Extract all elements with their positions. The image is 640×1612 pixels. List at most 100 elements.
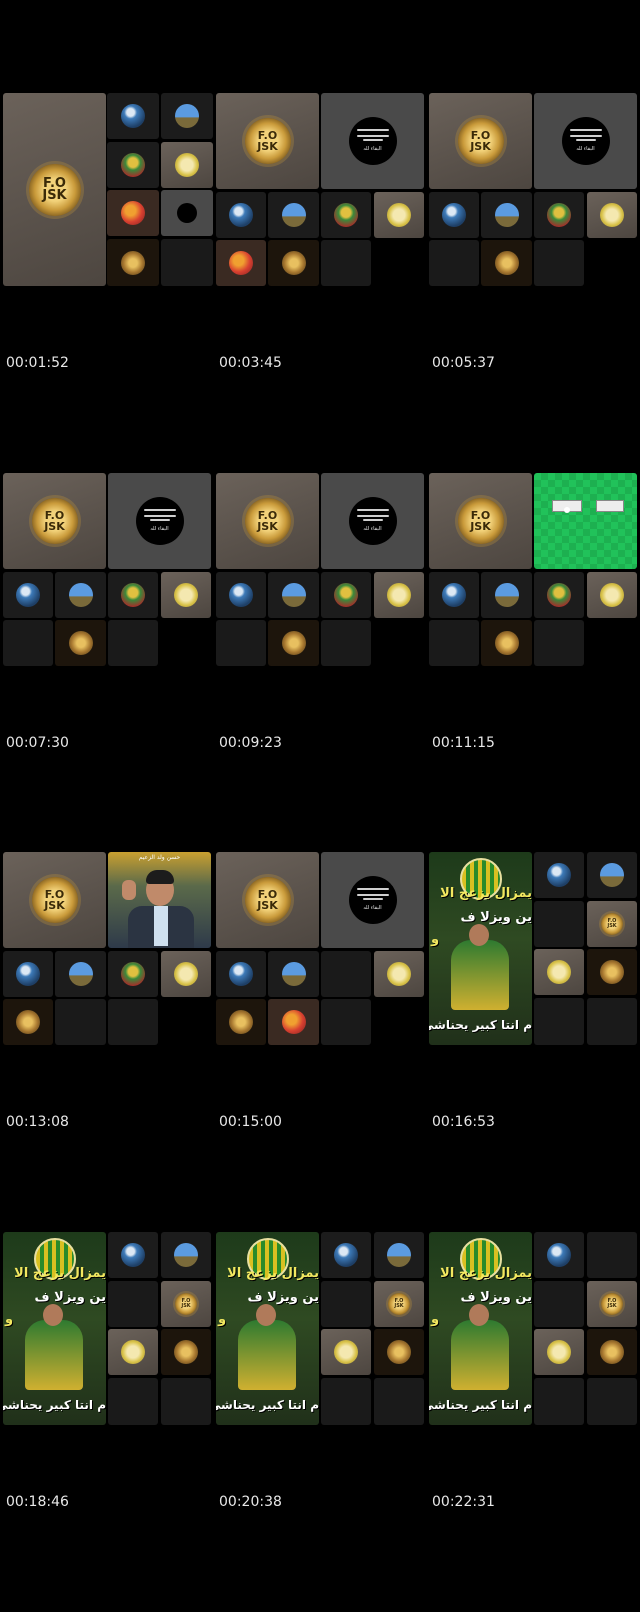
video-thumbnail-frame-11[interactable]: يمزال يزعج الا ين ويزلا ف و م انتا كبير … bbox=[216, 1232, 426, 1612]
participant-tile[interactable] bbox=[161, 951, 211, 997]
shared-photo-tile[interactable]: حسن ولد الزعيم bbox=[108, 852, 211, 948]
participant-tile[interactable] bbox=[534, 1232, 584, 1278]
shared-poster-tile[interactable]: يمزال يزعج الا ين ويزلا ف و م انتا كبير … bbox=[3, 1232, 106, 1425]
participant-tile[interactable] bbox=[216, 572, 266, 618]
main-video-tile[interactable]: F.O JSK bbox=[216, 473, 319, 569]
timestamp: 00:11:15 bbox=[432, 735, 495, 751]
participant-tile[interactable] bbox=[481, 192, 532, 238]
main-video-tile[interactable]: F.O JSK bbox=[429, 93, 532, 189]
participant-tile[interactable] bbox=[374, 1232, 424, 1278]
participant-tile[interactable] bbox=[374, 1329, 424, 1375]
participant-tile[interactable] bbox=[534, 852, 584, 898]
participant-tile[interactable] bbox=[161, 93, 213, 139]
participant-tile[interactable] bbox=[161, 572, 211, 618]
participant-tile[interactable] bbox=[161, 190, 213, 236]
participant-tile[interactable] bbox=[374, 192, 424, 238]
main-video-tile[interactable]: F.O JSK bbox=[216, 93, 319, 189]
participant-tile[interactable] bbox=[107, 93, 159, 139]
video-thumbnail-frame-8[interactable]: F.O JSK البقاء لله 00:15:00 bbox=[216, 852, 426, 1232]
figure-face bbox=[43, 1304, 63, 1326]
participant-tile[interactable] bbox=[534, 192, 584, 238]
participant-tile[interactable] bbox=[108, 572, 158, 618]
participant-tile[interactable] bbox=[3, 572, 53, 618]
shared-screen-tile[interactable] bbox=[534, 473, 637, 569]
participant-tile[interactable] bbox=[108, 1232, 158, 1278]
participant-tile[interactable] bbox=[321, 572, 371, 618]
main-video-tile[interactable]: F.O JSK bbox=[216, 852, 319, 948]
participant-tile[interactable] bbox=[107, 142, 159, 188]
video-thumbnail-frame-4[interactable]: F.O JSK البقاء لله 00:07:30 bbox=[3, 473, 213, 853]
participant-tile[interactable] bbox=[161, 142, 213, 188]
participant-tile[interactable]: F.O JSK bbox=[161, 1281, 211, 1327]
participant-tile[interactable] bbox=[108, 951, 158, 997]
participant-tile[interactable] bbox=[374, 572, 424, 618]
video-thumbnail-frame-6[interactable]: F.O JSK 00:11:15 bbox=[429, 473, 639, 853]
participant-tile[interactable] bbox=[587, 192, 637, 238]
participant-tile[interactable] bbox=[321, 1232, 371, 1278]
participant-tile[interactable] bbox=[534, 572, 584, 618]
participant-tile[interactable] bbox=[55, 620, 106, 666]
participant-tile[interactable] bbox=[268, 240, 319, 286]
video-thumbnail-frame-12[interactable]: يمزال يزعج الا ين ويزلا ف و م انتا كبير … bbox=[429, 1232, 639, 1612]
participant-tile[interactable] bbox=[481, 240, 532, 286]
video-thumbnail-frame-7[interactable]: F.O JSK حسن ولد الزعيم 00:13:08 bbox=[3, 852, 213, 1232]
shared-screen-tile[interactable]: البقاء لله bbox=[108, 473, 211, 569]
participant-tile[interactable] bbox=[55, 951, 106, 997]
participant-tile[interactable] bbox=[481, 572, 532, 618]
participant-tile[interactable]: F.O JSK bbox=[374, 1281, 424, 1327]
video-thumbnail-frame-1[interactable]: F.O JSK 00:01:52 bbox=[3, 93, 213, 473]
video-thumbnail-frame-2[interactable]: F.O JSK البقاء لله 00:03:45 bbox=[216, 93, 426, 473]
main-video-tile[interactable]: F.O JSK bbox=[3, 473, 106, 569]
participant-tile[interactable] bbox=[268, 951, 319, 997]
participant-tile[interactable] bbox=[55, 572, 106, 618]
participant-tile[interactable] bbox=[268, 999, 319, 1045]
shared-screen-tile[interactable]: البقاء لله bbox=[534, 93, 637, 189]
participant-tile[interactable] bbox=[3, 999, 53, 1045]
participant-tile[interactable] bbox=[321, 192, 371, 238]
gold-badge-icon bbox=[68, 631, 93, 655]
video-thumbnail-frame-3[interactable]: F.O JSK البقاء لله 00:05:37 bbox=[429, 93, 639, 473]
participant-tile[interactable] bbox=[268, 620, 319, 666]
participant-tile[interactable] bbox=[481, 620, 532, 666]
shared-poster-tile[interactable]: يمزال يزعج الا ين ويزلا ف و م انتا كبير … bbox=[429, 852, 532, 1045]
participant-tile[interactable] bbox=[216, 999, 266, 1045]
shared-poster-tile[interactable]: يمزال يزعج الا ين ويزلا ف و م انتا كبير … bbox=[216, 1232, 319, 1425]
participant-tile[interactable] bbox=[534, 1329, 584, 1375]
main-video-tile[interactable]: F.O JSK bbox=[429, 473, 532, 569]
participant-tile[interactable] bbox=[429, 192, 479, 238]
participant-tile[interactable] bbox=[161, 1329, 211, 1375]
main-video-tile[interactable]: F.O JSK bbox=[3, 93, 106, 286]
participant-tile[interactable] bbox=[161, 1232, 211, 1278]
shared-poster-tile[interactable]: يمزال يزعج الا ين ويزلا ف و م انتا كبير … bbox=[429, 1232, 532, 1425]
participant-tile[interactable] bbox=[587, 852, 637, 898]
player-photo-icon bbox=[229, 203, 253, 227]
participant-tile[interactable] bbox=[108, 1329, 158, 1375]
participant-tile[interactable] bbox=[534, 949, 584, 995]
participant-tile[interactable] bbox=[587, 949, 637, 995]
figure-face bbox=[469, 1304, 489, 1326]
participant-tile[interactable] bbox=[107, 239, 159, 286]
poster-line: ين ويزلا ف bbox=[460, 910, 532, 925]
shared-screen-tile[interactable]: البقاء لله bbox=[321, 93, 424, 189]
participant-tile[interactable] bbox=[429, 572, 479, 618]
participant-tile[interactable]: F.O JSK bbox=[587, 1281, 637, 1327]
participant-tile[interactable] bbox=[216, 240, 266, 286]
participant-tile[interactable] bbox=[216, 192, 266, 238]
shared-screen-tile[interactable]: البقاء لله bbox=[321, 473, 424, 569]
video-thumbnail-frame-9[interactable]: يمزال يزعج الا ين ويزلا ف و م انتا كبير … bbox=[429, 852, 639, 1232]
logo-line2: JSK bbox=[470, 520, 491, 533]
main-video-tile[interactable]: F.O JSK bbox=[3, 852, 106, 948]
video-thumbnail-frame-10[interactable]: يمزال يزعج الا ين ويزلا ف و م انتا كبير … bbox=[3, 1232, 213, 1612]
participant-tile[interactable] bbox=[587, 1329, 637, 1375]
participant-tile[interactable] bbox=[374, 951, 424, 997]
participant-tile[interactable] bbox=[216, 951, 266, 997]
shared-screen-tile[interactable]: البقاء لله bbox=[321, 852, 424, 948]
participant-tile[interactable] bbox=[268, 192, 319, 238]
video-thumbnail-frame-5[interactable]: F.O JSK البقاء لله 00:09:23 bbox=[216, 473, 426, 853]
participant-tile[interactable] bbox=[587, 572, 637, 618]
participant-tile[interactable] bbox=[321, 1329, 371, 1375]
participant-tile[interactable] bbox=[3, 951, 53, 997]
participant-tile[interactable] bbox=[268, 572, 319, 618]
participant-tile[interactable] bbox=[107, 190, 159, 236]
participant-tile[interactable]: F.O JSK bbox=[587, 901, 637, 947]
